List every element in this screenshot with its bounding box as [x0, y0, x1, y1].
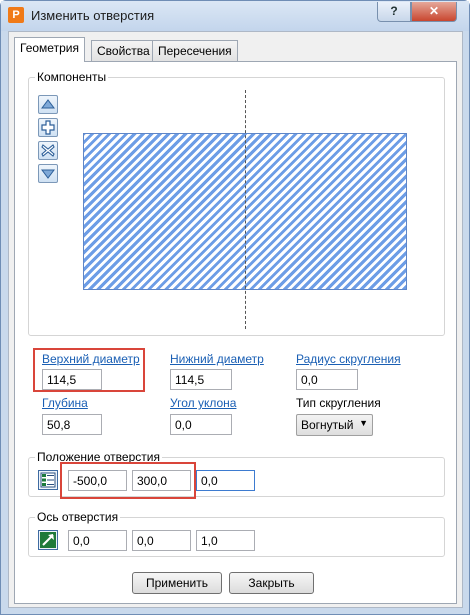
axis-centerline — [245, 90, 246, 329]
axis-y-field[interactable]: 0,0 — [132, 530, 191, 551]
app-icon: P — [8, 7, 24, 23]
position-highlight — [60, 462, 196, 499]
position-picker-button[interactable] — [38, 470, 58, 490]
axis-z-field[interactable]: 1,0 — [196, 530, 255, 551]
remove-icon — [41, 144, 55, 157]
fillet-type-label: Тип скругления — [296, 396, 381, 410]
apply-button[interactable]: Применить — [132, 572, 222, 594]
add-button[interactable] — [38, 118, 58, 137]
add-icon — [41, 120, 55, 135]
position-z-field[interactable]: 0,0 — [196, 470, 255, 491]
window-title: Изменить отверстия — [31, 8, 155, 23]
components-label: Компоненты — [35, 70, 109, 84]
axis-label: Ось отверстия — [35, 510, 121, 524]
depth-field[interactable]: 50,8 — [42, 414, 102, 435]
components-group: Компоненты — [28, 70, 445, 336]
tab-intersections[interactable]: Пересечения — [152, 40, 238, 61]
tab-properties[interactable]: Свойства — [91, 40, 156, 61]
move-up-button[interactable] — [38, 95, 58, 114]
draft-angle-link[interactable]: Угол уклона — [170, 396, 236, 410]
fillet-radius-link[interactable]: Радиус скругления — [296, 352, 401, 366]
dialog-body: Геометрия Свойства Пересечения Компонент… — [8, 31, 463, 608]
top-diameter-highlight — [33, 348, 145, 392]
remove-button[interactable] — [38, 141, 58, 160]
fillet-radius-field[interactable]: 0,0 — [296, 369, 358, 390]
chevron-down-icon: ▼ — [359, 418, 368, 428]
tab-geometry[interactable]: Геометрия — [14, 37, 85, 62]
fillet-type-value: Вогнутый — [301, 418, 354, 432]
move-down-icon — [41, 169, 55, 179]
close-window-button[interactable]: ✕ — [411, 2, 457, 22]
move-up-icon — [41, 99, 55, 109]
move-down-button[interactable] — [38, 164, 58, 183]
bottom-diameter-link[interactable]: Нижний диаметр — [170, 352, 264, 366]
help-button[interactable]: ? — [377, 2, 411, 22]
depth-link[interactable]: Глубина — [42, 396, 88, 410]
axis-group: Ось отверстия 0,0 0,0 1,0 — [28, 510, 445, 557]
fillet-type-select[interactable]: Вогнутый ▼ — [296, 414, 373, 436]
dialog-window: P Изменить отверстия ? ✕ Геометрия Свойс… — [0, 0, 470, 615]
axis-x-field[interactable]: 0,0 — [68, 530, 127, 551]
draft-angle-field[interactable]: 0,0 — [170, 414, 232, 435]
table-list-icon — [40, 472, 56, 488]
axis-arrow-icon — [40, 532, 56, 548]
axis-picker-button[interactable] — [38, 530, 58, 550]
bottom-diameter-field[interactable]: 114,5 — [170, 369, 232, 390]
close-button[interactable]: Закрыть — [229, 572, 314, 594]
title-bar[interactable]: P Изменить отверстия ? ✕ — [1, 1, 469, 31]
geometry-panel: Компоненты Верхний диаметр 114,5 Нижний … — [14, 61, 457, 604]
